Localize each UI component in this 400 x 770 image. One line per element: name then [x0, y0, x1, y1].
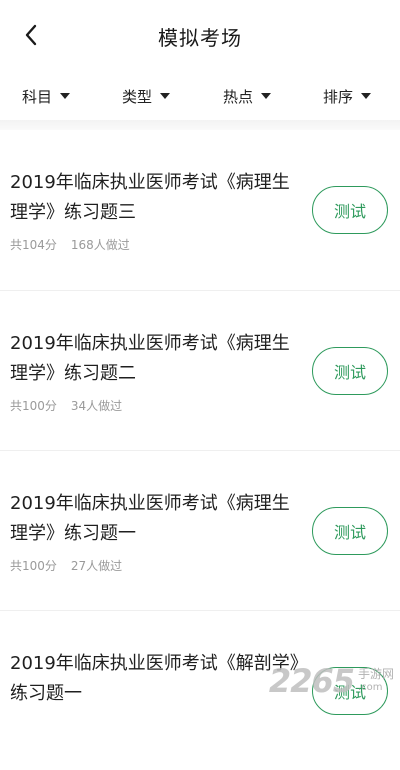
page-title: 模拟考场	[0, 22, 400, 51]
exam-count: 27人做过	[71, 557, 122, 574]
filter-sort[interactable]: 排序	[323, 84, 371, 108]
exam-title: 2019年临床执业医师考试《病理生理学》练习题一	[10, 489, 302, 549]
exam-title: 2019年临床执业医师考试《病理生理学》练习题三	[10, 168, 302, 228]
exam-count: 34人做过	[71, 397, 122, 414]
list-item[interactable]: 2019年临床执业医师考试《病理生理学》练习题二 共100分 34人做过 测试	[0, 290, 400, 450]
list-item[interactable]: 2019年临床执业医师考试《病理生理学》练习题三 共104分 168人做过 测试	[0, 130, 400, 290]
exam-meta: 共104分 168人做过	[10, 236, 130, 253]
exam-meta: 共100分 34人做过	[10, 397, 122, 414]
exam-count: 168人做过	[71, 236, 130, 253]
filter-hot[interactable]: 热点	[223, 84, 271, 108]
filter-label: 热点	[223, 86, 253, 107]
exam-title: 2019年临床执业医师考试《病理生理学》练习题二	[10, 329, 302, 389]
test-button[interactable]: 测试	[312, 667, 388, 715]
app-header: 模拟考场	[0, 0, 400, 72]
exam-meta: 共100分 27人做过	[10, 557, 122, 574]
list-item[interactable]: 2019年临床执业医师考试《病理生理学》练习题一 共100分 27人做过 测试	[0, 450, 400, 610]
list-item[interactable]: 2019年临床执业医师考试《解剖学》练习题一 测试	[0, 610, 400, 770]
exam-list: 2019年临床执业医师考试《病理生理学》练习题三 共104分 168人做过 测试…	[0, 130, 400, 770]
filter-label: 排序	[323, 86, 353, 107]
exam-score: 共100分	[10, 397, 57, 414]
test-button[interactable]: 测试	[312, 186, 388, 234]
test-button[interactable]: 测试	[312, 507, 388, 555]
caret-down-icon	[160, 93, 170, 99]
exam-title: 2019年临床执业医师考试《解剖学》练习题一	[10, 649, 302, 709]
filter-label: 科目	[22, 86, 52, 107]
caret-down-icon	[361, 93, 371, 99]
divider-band	[0, 120, 400, 130]
exam-score: 共104分	[10, 236, 57, 253]
filter-label: 类型	[122, 86, 152, 107]
exam-score: 共100分	[10, 557, 57, 574]
filter-subject[interactable]: 科目	[22, 84, 70, 108]
filter-type[interactable]: 类型	[122, 84, 170, 108]
caret-down-icon	[261, 93, 271, 99]
caret-down-icon	[60, 93, 70, 99]
test-button[interactable]: 测试	[312, 347, 388, 395]
